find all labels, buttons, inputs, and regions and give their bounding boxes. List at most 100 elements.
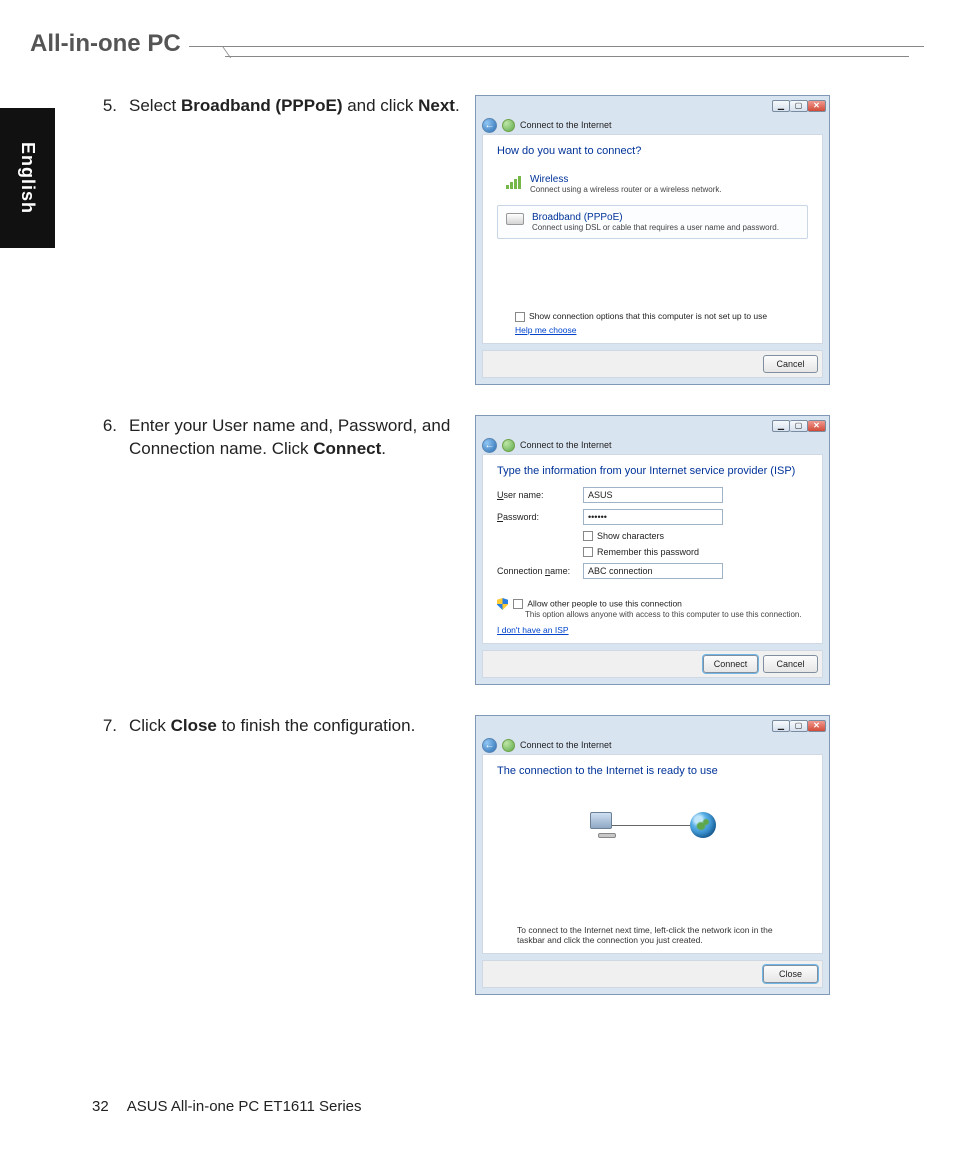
no-isp-link[interactable]: I don't have an ISP <box>497 625 569 635</box>
prompt: The connection to the Internet is ready … <box>497 765 808 777</box>
dialog-body: The connection to the Internet is ready … <box>482 754 823 954</box>
dialog-body: Type the information from your Internet … <box>482 454 823 644</box>
t: emember this password <box>604 547 700 557</box>
window-controls: ▁ ▢ ✕ <box>772 100 826 112</box>
dialog-body: How do you want to connect? Wireless Con… <box>482 134 823 344</box>
nav-row: ← Connect to the Internet <box>476 736 829 754</box>
t: how characters <box>603 531 664 541</box>
t: . <box>455 96 460 115</box>
help-link[interactable]: Help me choose <box>515 325 576 335</box>
minimize-button[interactable]: ▁ <box>772 420 790 432</box>
step-7-text: 7. Click Close to finish the configurati… <box>95 715 460 995</box>
option-subtitle: Connect using DSL or cable that requires… <box>532 223 779 232</box>
close-button[interactable]: ✕ <box>808 420 826 432</box>
step-body: Select Broadband (PPPoE) and click Next. <box>129 95 460 385</box>
wizard-icon <box>502 439 515 452</box>
t: llow other people to use this connection <box>533 598 682 608</box>
bold: Broadband (PPPoE) <box>181 96 343 115</box>
t: Select <box>129 96 181 115</box>
checkbox-icon[interactable] <box>515 312 525 322</box>
step-body: Click Close to finish the configuration. <box>129 715 460 995</box>
dialog-title: Connect to the Internet <box>520 740 612 750</box>
nav-row: ← Connect to the Internet <box>476 436 829 454</box>
step-number: 7. <box>95 715 117 995</box>
step-number: 5. <box>95 95 117 385</box>
step-body: Enter your User name and, Password, and … <box>129 415 460 685</box>
dialog-title: Connect to the Internet <box>520 440 612 450</box>
dialog-footer: Close <box>482 960 823 988</box>
row-remember[interactable]: Remember this password <box>583 547 808 557</box>
wizard-icon <box>502 119 515 132</box>
ready-graphic <box>497 812 808 838</box>
close-button[interactable]: ✕ <box>808 720 826 732</box>
row-username: User name: ASUS <box>497 487 808 503</box>
show-more-options[interactable]: Show connection options that this comput… <box>515 311 808 322</box>
option-subtitle: Connect using a wireless router or a wir… <box>530 185 722 194</box>
password-field[interactable]: •••••• <box>583 509 723 525</box>
page-number: 32 <box>92 1098 109 1115</box>
t: ser name: <box>504 490 544 500</box>
connect-button[interactable]: Connect <box>703 655 758 673</box>
option-title: Broadband (PPPoE) <box>532 212 779 223</box>
connection-name-label: Connection name: <box>497 566 583 576</box>
username-field[interactable]: ASUS <box>583 487 723 503</box>
password-label: Password: <box>497 512 583 522</box>
t: Connection <box>497 566 545 576</box>
t: assword: <box>503 512 539 522</box>
label: Show connection options that this comput… <box>529 311 767 321</box>
checkbox-icon[interactable] <box>513 599 523 609</box>
window-controls: ▁ ▢ ✕ <box>772 420 826 432</box>
back-icon[interactable]: ← <box>482 738 497 753</box>
t: to finish the configuration. <box>217 716 415 735</box>
connection-name-field[interactable]: ABC connection <box>583 563 723 579</box>
prompt: How do you want to connect? <box>497 145 808 157</box>
manual-page: All-in-one PC English 5. Select Broadban… <box>0 0 954 1155</box>
computer-icon <box>590 812 620 838</box>
globe-icon <box>690 812 716 838</box>
option-broadband[interactable]: Broadband (PPPoE) Connect using DSL or c… <box>497 205 808 239</box>
row-connection-name: Connection name: ABC connection <box>497 563 808 579</box>
t: and click <box>343 96 419 115</box>
maximize-button[interactable]: ▢ <box>790 720 808 732</box>
nav-row: ← Connect to the Internet <box>476 116 829 134</box>
header-rule-lower <box>225 56 909 57</box>
cancel-button[interactable]: Cancel <box>763 355 818 373</box>
checkbox-icon[interactable] <box>583 547 593 557</box>
content: 5. Select Broadband (PPPoE) and click Ne… <box>95 95 894 1025</box>
maximize-button[interactable]: ▢ <box>790 100 808 112</box>
minimize-button[interactable]: ▁ <box>772 100 790 112</box>
product-title: All-in-one PC <box>30 30 189 58</box>
wifi-icon <box>506 175 522 189</box>
dialog-footer: Cancel <box>482 350 823 378</box>
cancel-button[interactable]: Cancel <box>763 655 818 673</box>
dialog-isp-info: ▁ ▢ ✕ ← Connect to the Internet Type the… <box>475 415 830 685</box>
row-allow-others[interactable]: Allow other people to use this connectio… <box>497 598 808 619</box>
close-button-action[interactable]: Close <box>763 965 818 983</box>
bold: Next <box>418 96 455 115</box>
step-7: 7. Click Close to finish the configurati… <box>95 715 894 995</box>
dialog-footer: Connect Cancel <box>482 650 823 678</box>
back-icon[interactable]: ← <box>482 438 497 453</box>
t: Enter your User name and, Password, and … <box>129 416 450 458</box>
step-5-text: 5. Select Broadband (PPPoE) and click Ne… <box>95 95 460 385</box>
option-wireless[interactable]: Wireless Connect using a wireless router… <box>497 167 808 201</box>
back-icon[interactable]: ← <box>482 118 497 133</box>
next-time-hint: To connect to the Internet next time, le… <box>497 925 808 945</box>
page-header: All-in-one PC <box>30 30 924 58</box>
step-number: 6. <box>95 415 117 685</box>
maximize-button[interactable]: ▢ <box>790 420 808 432</box>
wizard-icon <box>502 739 515 752</box>
close-button[interactable]: ✕ <box>808 100 826 112</box>
minimize-button[interactable]: ▁ <box>772 720 790 732</box>
t: Click <box>129 716 171 735</box>
dialog-connect-method: ▁ ▢ ✕ ← Connect to the Internet How do y… <box>475 95 830 385</box>
dialog-ready: ▁ ▢ ✕ ← Connect to the Internet The conn… <box>475 715 830 995</box>
prompt: Type the information from your Internet … <box>497 465 808 477</box>
checkbox-icon[interactable] <box>583 531 593 541</box>
step-6: 6. Enter your User name and, Password, a… <box>95 415 894 685</box>
language-tab: English <box>0 108 55 248</box>
shield-icon <box>497 598 508 610</box>
row-show-chars[interactable]: Show characters <box>583 531 808 541</box>
connection-line <box>607 825 698 826</box>
row-password: Password: •••••• <box>497 509 808 525</box>
